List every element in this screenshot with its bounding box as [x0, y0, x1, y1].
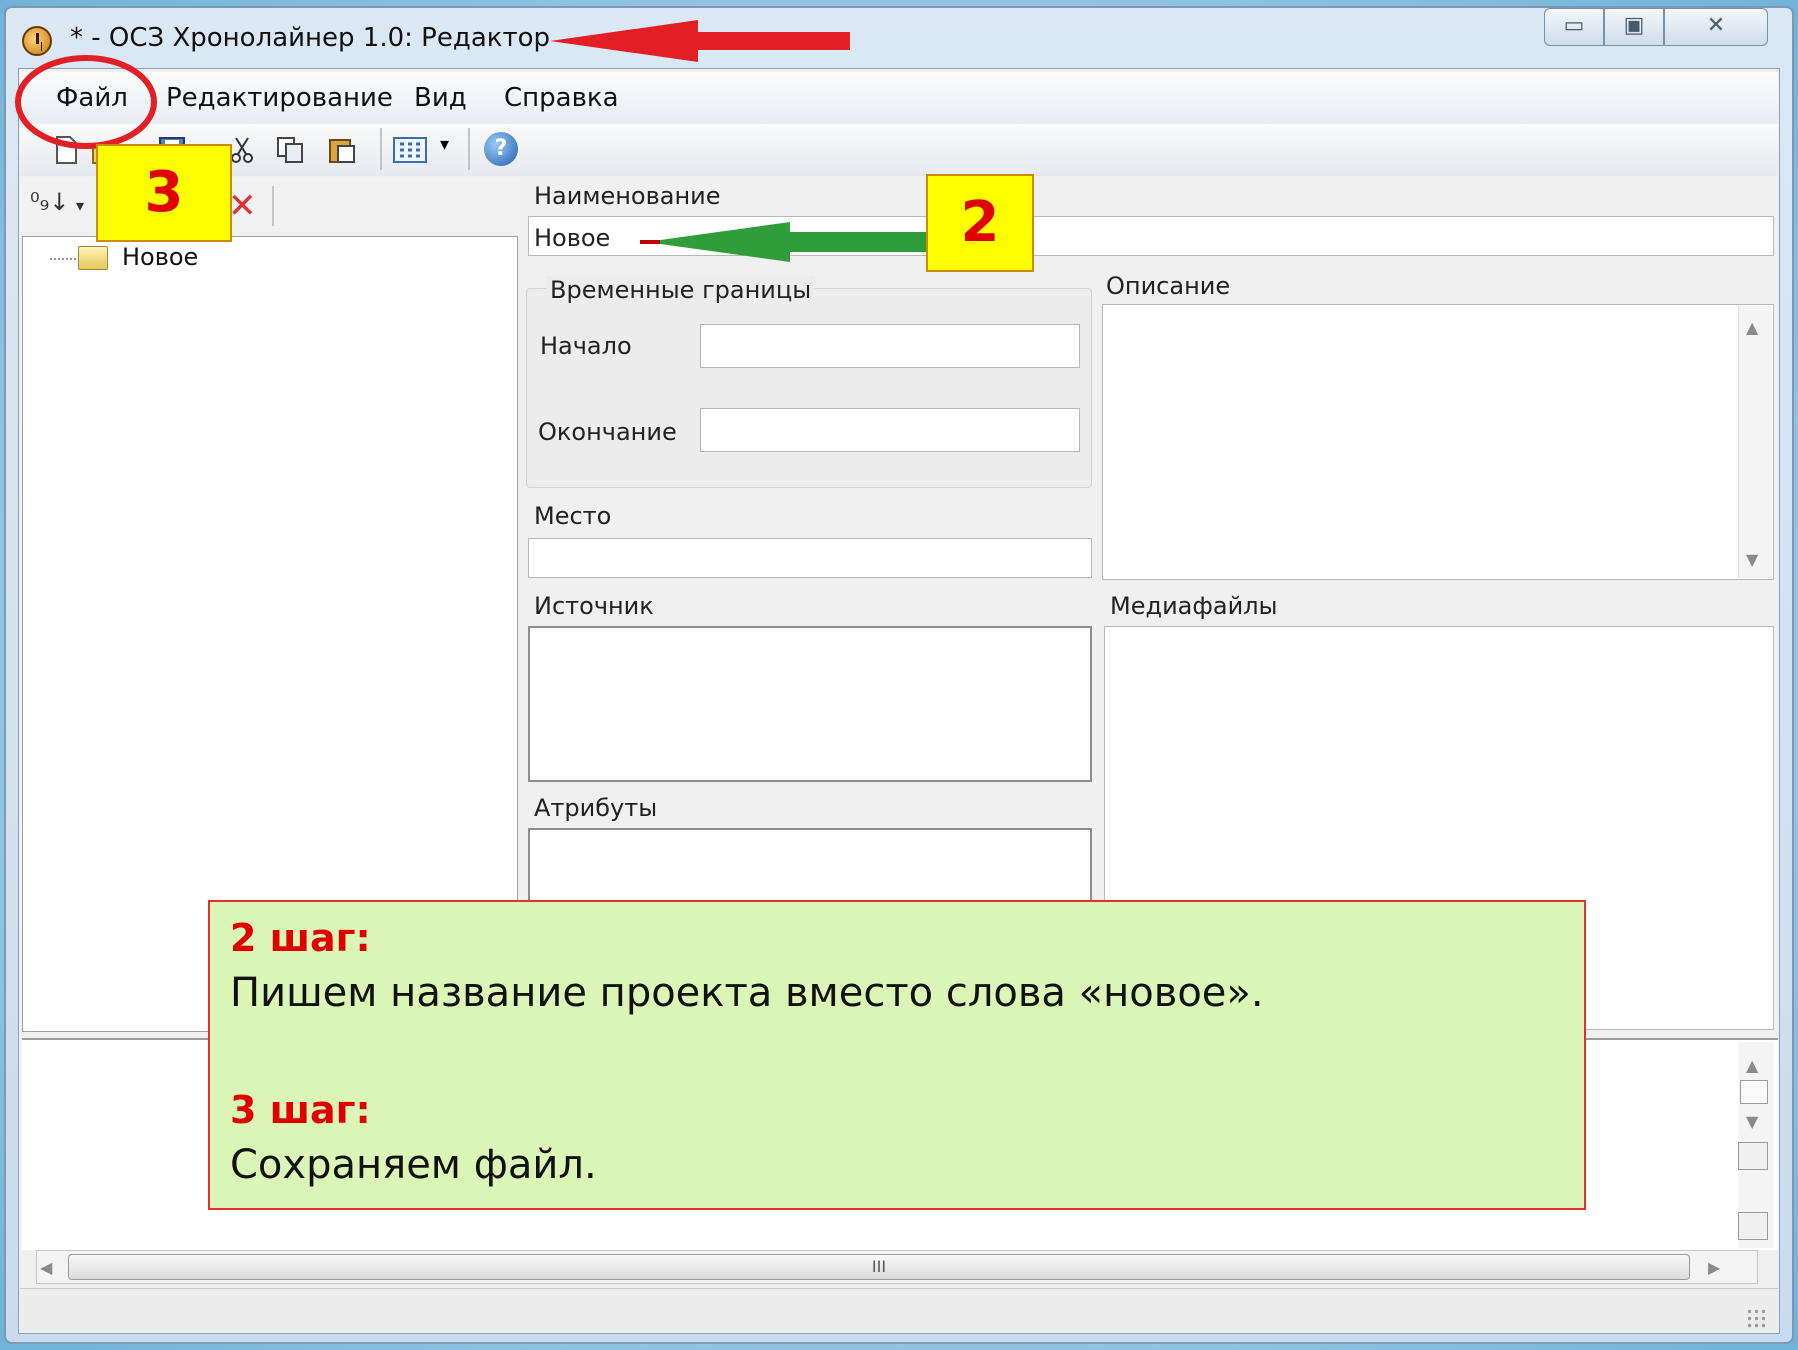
media-label: Медиафайлы	[1110, 592, 1278, 620]
log-scroll-up-arrow[interactable]: ▲	[1746, 1056, 1758, 1075]
scroll-down-arrow[interactable]: ▼	[1746, 550, 1758, 569]
step-3-badge: 3	[96, 144, 232, 242]
step-3-title: 3 шаг:	[230, 1088, 371, 1132]
tree-toolbar	[20, 178, 520, 232]
step-3-text: Сохраняем файл.	[230, 1142, 597, 1188]
paste-icon[interactable]	[326, 134, 358, 166]
scroll-thumb[interactable]: III	[68, 1254, 1690, 1280]
time-bounds-label: Временные границы	[546, 276, 816, 304]
tree-item-root[interactable]: Новое	[122, 243, 198, 271]
help-icon[interactable]: ?	[484, 132, 518, 166]
instruction-callout: 2 шаг: Пишем название проекта вместо сло…	[208, 900, 1586, 1210]
red-arrow-annotation	[550, 20, 850, 62]
scroll-right-arrow[interactable]: ▶	[1708, 1258, 1720, 1277]
toolbar-separator	[380, 128, 382, 170]
attributes-label: Атрибуты	[534, 794, 658, 822]
maximize-button[interactable]: ▣	[1604, 8, 1664, 46]
view-grid-icon[interactable]	[392, 134, 428, 166]
toolbar-separator	[468, 128, 470, 170]
view-dropdown-arrow[interactable]: ▾	[440, 134, 449, 155]
delete-icon[interactable]: ✕	[228, 186, 257, 226]
red-circle-annotation	[15, 55, 157, 149]
menu-view[interactable]: Вид	[414, 78, 467, 118]
close-button[interactable]: ✕	[1664, 8, 1768, 46]
step-2-title: 2 шаг:	[230, 916, 371, 960]
log-clear-icon[interactable]	[1738, 1142, 1768, 1170]
end-label: Окончание	[538, 418, 677, 446]
copy-icon[interactable]	[274, 134, 306, 166]
sort-dropdown-arrow[interactable]: ▾	[76, 196, 84, 215]
resize-grip[interactable]	[1746, 1308, 1768, 1330]
name-input-value: Новое	[534, 224, 611, 252]
scroll-up-arrow[interactable]: ▲	[1746, 318, 1758, 337]
tree-connector	[50, 258, 76, 260]
toolbar-separator	[272, 186, 274, 226]
time-bounds-group	[526, 288, 1092, 488]
place-input[interactable]	[528, 538, 1092, 578]
description-label: Описание	[1106, 272, 1231, 300]
start-input[interactable]	[700, 324, 1080, 368]
source-textarea[interactable]	[528, 626, 1092, 782]
menu-edit[interactable]: Редактирование	[166, 78, 393, 118]
description-scrollbar[interactable]	[1738, 306, 1772, 578]
green-arrow-annotation	[640, 222, 940, 262]
source-label: Источник	[534, 592, 654, 620]
step-2-badge: 2	[926, 174, 1034, 272]
minimize-button[interactable]: ▭	[1544, 8, 1604, 46]
scroll-left-arrow[interactable]: ◀	[40, 1258, 52, 1277]
log-options-icon[interactable]	[1738, 1212, 1768, 1240]
log-scroll-down-arrow[interactable]: ▼	[1746, 1112, 1758, 1131]
folder-icon	[78, 246, 108, 270]
status-bar	[20, 1288, 1778, 1332]
end-input[interactable]	[700, 408, 1080, 452]
description-textarea[interactable]	[1102, 304, 1774, 580]
place-label: Место	[534, 502, 612, 530]
log-list-icon[interactable]	[1740, 1080, 1768, 1104]
step-2-text: Пишем название проекта вместо слова «нов…	[230, 970, 1264, 1016]
menu-help[interactable]: Справка	[504, 78, 619, 118]
start-label: Начало	[540, 332, 632, 360]
name-label: Наименование	[534, 182, 721, 210]
sort-icon[interactable]: ⁰₉↓	[30, 188, 69, 216]
